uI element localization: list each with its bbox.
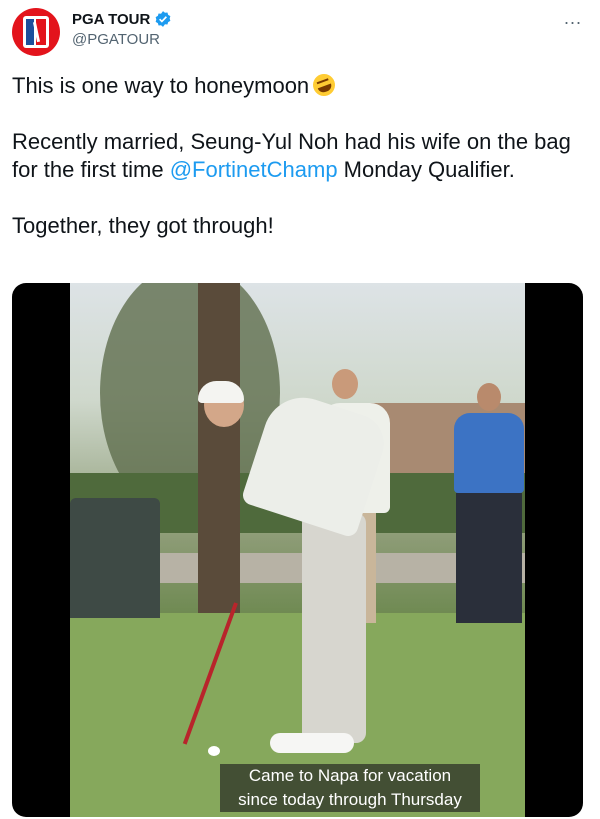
video-caption-line-1: Came to Napa for vacation bbox=[248, 766, 452, 785]
verified-badge-icon bbox=[155, 11, 171, 27]
video-caption: Came to Napa for vacation since today th… bbox=[220, 764, 480, 812]
video-player[interactable]: Came to Napa for vacation since today th… bbox=[12, 283, 583, 817]
tweet-text: This is one way to honeymoon Recently ma… bbox=[12, 70, 582, 268]
tweet-line-1: This is one way to honeymoon bbox=[12, 70, 582, 100]
tweet-line-2-text-end: Monday Qualifier. bbox=[337, 157, 515, 182]
tweet-line-3: Together, they got through! bbox=[12, 213, 274, 238]
video-frame[interactable]: Came to Napa for vacation since today th… bbox=[70, 283, 525, 817]
rolling-on-floor-laughing-emoji-icon bbox=[310, 70, 339, 100]
tweet-line-1-text: This is one way to honeymoon bbox=[12, 73, 310, 98]
tweet-author[interactable]: PGA TOUR @PGATOUR bbox=[72, 10, 172, 48]
pga-tour-logo-icon bbox=[23, 16, 49, 48]
more-options-icon[interactable]: ... bbox=[564, 8, 582, 29]
mention-link[interactable]: @FortinetChamp bbox=[170, 157, 338, 182]
video-caption-line-2: since today through Thursday bbox=[238, 790, 462, 809]
tweet-line-2: Recently married, Seung-Yul Noh had his … bbox=[12, 128, 582, 184]
handle[interactable]: @PGATOUR bbox=[72, 31, 172, 48]
display-name[interactable]: PGA TOUR bbox=[72, 11, 150, 28]
avatar[interactable] bbox=[12, 8, 60, 56]
